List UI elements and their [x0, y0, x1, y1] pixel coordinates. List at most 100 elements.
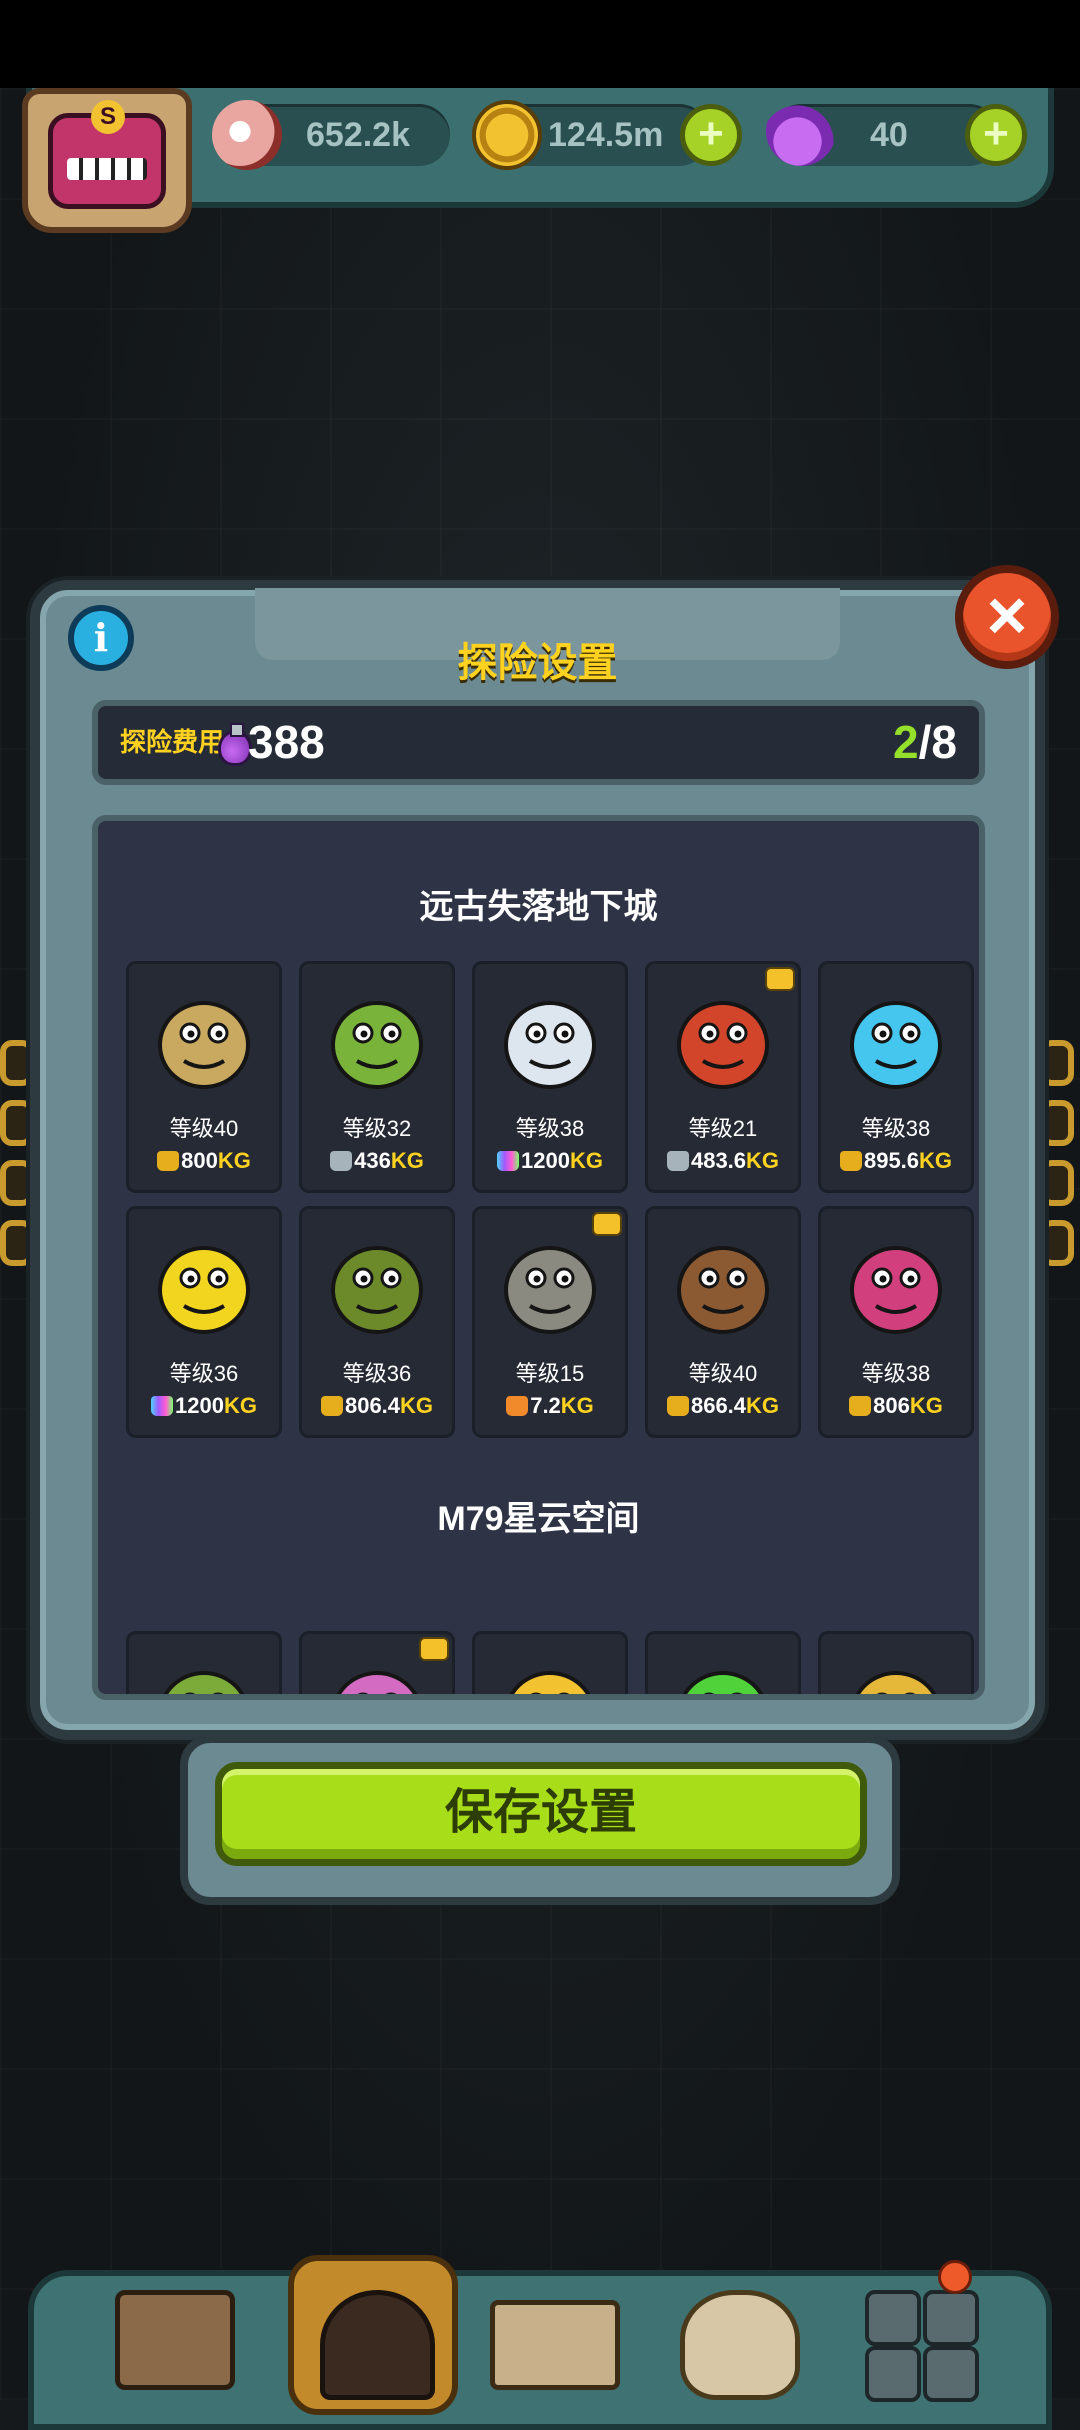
weight-unit: KG: [400, 1393, 434, 1418]
expedition-settings-dialog: 探险设置 探险费用 388 2/8 远古失落地下城 M79星云空间 等级40 80…: [30, 580, 1045, 1740]
weight-unit: KG: [919, 1148, 953, 1173]
monster-weight: 1200KG: [126, 1393, 282, 1419]
weight-value: 866.4: [690, 1393, 747, 1418]
weight-unit: KG: [909, 1393, 943, 1418]
top-hat-plant-icon: [317, 1218, 437, 1346]
weight-unit: KG: [223, 1393, 257, 1418]
kg-weight-icon: [151, 1396, 174, 1416]
monster-card-top-hat-plant[interactable]: 等级36 806.4KG: [299, 1206, 455, 1438]
voodoo-king-icon: [144, 973, 264, 1101]
info-button[interactable]: i: [68, 605, 134, 671]
expedition-cost-bar: 探险费用 388 2/8: [92, 700, 985, 785]
monster-card-voodoo-king[interactable]: 等级40 800KG: [126, 961, 282, 1193]
coin-resource: 124.5m: [472, 100, 710, 170]
weight-unit: KG: [217, 1148, 251, 1173]
weight-unit: KG: [746, 1148, 780, 1173]
weight-value: 7.2: [530, 1393, 561, 1418]
weight-value: 1200: [175, 1393, 224, 1418]
monster-level: 等级40: [688, 1361, 758, 1386]
monster-level: 等级38: [861, 1116, 931, 1141]
monster-level: 等级38: [515, 1116, 585, 1141]
weight-value: 483.6: [690, 1148, 747, 1173]
section-title-dungeon: 远古失落地下城: [419, 888, 658, 926]
kg-weight-icon: [839, 1151, 862, 1171]
potion-icon: [218, 723, 252, 766]
monster-selection-list[interactable]: 远古失落地下城 M79星云空间 等级40 800KG 等级32 436KG 等级38 12…: [92, 815, 985, 1700]
croc-flower-icon: [836, 1218, 956, 1346]
favorite-badge-icon: [765, 967, 795, 991]
team-count: 2/8: [893, 706, 957, 779]
blue-slime-icon: [836, 973, 956, 1101]
favorite-badge-icon: [419, 1637, 449, 1661]
close-button[interactable]: ×: [955, 565, 1059, 669]
yeti-icon: [490, 973, 610, 1101]
monster-level: 等级38: [861, 1361, 931, 1386]
weight-unit: KG: [746, 1393, 780, 1418]
yellow-lizard-icon: [144, 1218, 264, 1346]
cost-value: 388: [248, 716, 325, 768]
right-chain: [1040, 1040, 1080, 1290]
shop-icon[interactable]: [105, 2270, 235, 2400]
monster-card-yeti[interactable]: 等级38 1200KG: [472, 961, 628, 1193]
melon-ball-icon: [144, 1643, 264, 1694]
coin-count: 124.5m: [548, 116, 664, 154]
add-coins-button[interactable]: +: [680, 104, 742, 166]
book-icon[interactable]: [485, 2270, 620, 2400]
corn-cob-icon: [836, 1643, 956, 1694]
kg-weight-icon: [849, 1396, 872, 1416]
section-title-nebula: M79星云空间: [437, 1500, 640, 1538]
monster-card-bee-fly[interactable]: [472, 1631, 628, 1694]
weight-value: 436: [354, 1148, 391, 1173]
monster-card-eyeball-cart[interactable]: 等级15 7.2KG: [472, 1206, 628, 1438]
monster-weight: 895.6KG: [818, 1148, 974, 1174]
kg-weight-icon: [497, 1151, 520, 1171]
status-bar: [0, 0, 1080, 88]
monster-card-croc-flower[interactable]: 等级38 806KG: [818, 1206, 974, 1438]
weight-value: 895.6: [863, 1148, 920, 1173]
add-potions-button[interactable]: +: [965, 104, 1027, 166]
monster-card-red-dino[interactable]: 等级21 483.6KG: [645, 961, 801, 1193]
weight-value: 806.4: [344, 1393, 401, 1418]
potion-icon: [766, 96, 836, 166]
eyeball-cart-icon: [490, 1218, 610, 1346]
favorite-badge-icon: [592, 1212, 622, 1236]
monster-weight: 7.2KG: [472, 1393, 628, 1419]
monster-card-pink-hairball[interactable]: [299, 1631, 455, 1694]
save-settings-button[interactable]: 保存设置: [215, 1762, 867, 1866]
coin-icon: [472, 100, 542, 170]
weight-value: 806: [873, 1393, 910, 1418]
monster-card-bear-mummy[interactable]: 等级40 866.4KG: [645, 1206, 801, 1438]
monster-level: 等级36: [169, 1361, 239, 1386]
monster-weight: 806KG: [818, 1393, 974, 1419]
kg-weight-icon: [320, 1396, 343, 1416]
monster-weight: 436KG: [299, 1148, 455, 1174]
bear-mummy-icon: [663, 1218, 783, 1346]
monster-card-green-robot[interactable]: [645, 1631, 801, 1694]
monster-weight: 1200KG: [472, 1148, 628, 1174]
monster-card-blue-slime[interactable]: 等级38 895.6KG: [818, 961, 974, 1193]
monster-card-melon-ball[interactable]: [126, 1631, 282, 1694]
monster-weight: 483.6KG: [645, 1148, 801, 1174]
money-bag-icon[interactable]: [670, 2270, 800, 2400]
monster-card-corn-cob[interactable]: [818, 1631, 974, 1694]
monster-weight: 806.4KG: [299, 1393, 455, 1419]
monster-card-yellow-lizard[interactable]: 等级36 1200KG: [126, 1206, 282, 1438]
cost-label: 探险费用: [120, 727, 225, 757]
team-count-current: 2: [893, 716, 919, 768]
monster-level: 等级32: [342, 1116, 412, 1141]
monster-card-mandrake[interactable]: 等级32 436KG: [299, 961, 455, 1193]
kg-weight-icon: [666, 1396, 689, 1416]
kg-weight-icon: [330, 1151, 353, 1171]
monster-face-icon: S: [48, 99, 166, 209]
potion-count: 40: [870, 116, 908, 154]
kg-weight-icon: [157, 1151, 180, 1171]
red-dino-icon: [663, 973, 783, 1101]
player-avatar[interactable]: S: [22, 88, 192, 233]
monster-level: 等级21: [688, 1116, 758, 1141]
dungeon-icon[interactable]: [305, 2270, 435, 2400]
kg-weight-icon: [506, 1396, 529, 1416]
weight-unit: KG: [390, 1148, 424, 1173]
bee-fly-icon: [490, 1643, 610, 1694]
eye-resource: 652.2k: [212, 100, 450, 170]
monster-weight: 800KG: [126, 1148, 282, 1174]
